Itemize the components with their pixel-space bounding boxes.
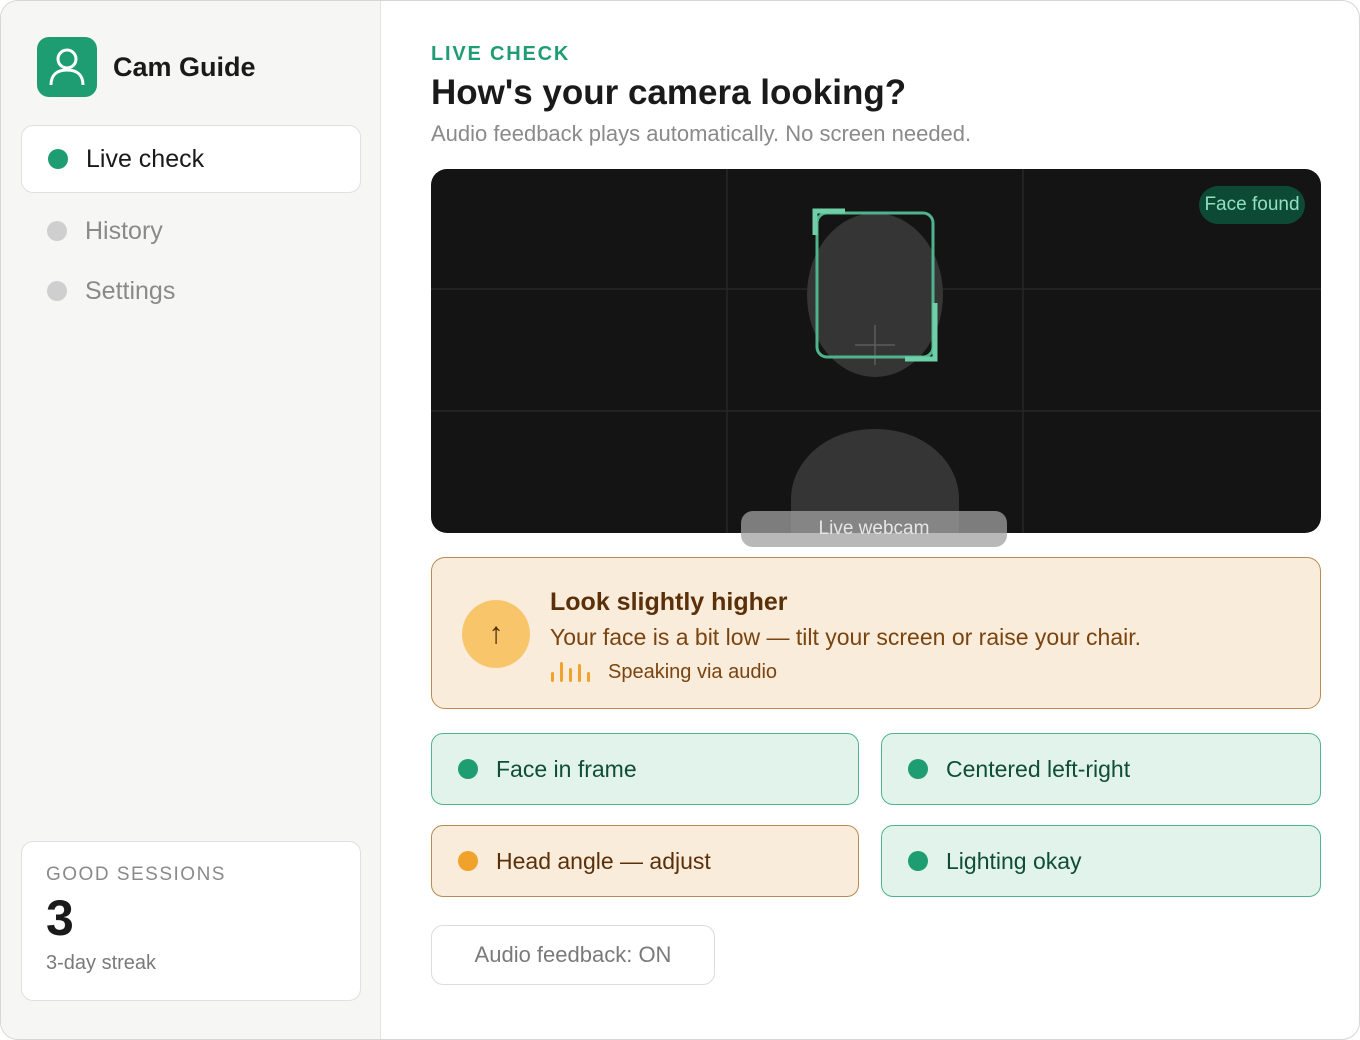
warning-dot-icon [458, 851, 478, 871]
stats-value: 3 [46, 890, 74, 946]
section-eyebrow: LIVE CHECK [431, 43, 571, 65]
check-face-in-frame: Face in frame [431, 733, 859, 805]
audio-status: Speaking via audio [550, 660, 777, 684]
status-dot-icon [908, 759, 928, 779]
guidance-alert: ↑ Look slightly higher Your face is a bi… [431, 557, 1321, 709]
alert-title: Look slightly higher [550, 588, 788, 616]
check-head-angle: Head angle — adjust [431, 825, 859, 897]
webcam-feed [431, 169, 1321, 533]
audio-status-text: Speaking via audio [608, 660, 778, 683]
sidebar-item-label: Settings [85, 276, 176, 305]
check-label: Lighting okay [946, 847, 1082, 874]
sidebar-nav: Live check History Settings [21, 125, 361, 317]
status-dot-icon [48, 149, 68, 169]
app-window: Cam Guide Live check History Settings GO… [0, 0, 1360, 1040]
sidebar-item-history[interactable]: History [21, 197, 361, 265]
sidebar: Cam Guide Live check History Settings GO… [1, 1, 381, 1039]
brand: Cam Guide [37, 37, 256, 97]
sidebar-item-settings[interactable]: Settings [21, 257, 361, 325]
stats-label: GOOD SESSIONS [46, 864, 226, 885]
check-centered: Centered left-right [881, 733, 1321, 805]
audio-waveform-icon [551, 662, 590, 682]
user-icon [37, 37, 97, 97]
sidebar-item-live-check[interactable]: Live check [21, 125, 361, 193]
webcam-caption: Live webcam [741, 511, 1007, 547]
page-title: How's your camera looking? [431, 73, 907, 112]
sidebar-item-label: Live check [86, 144, 205, 173]
good-sessions-card: GOOD SESSIONS 3 3-day streak [21, 841, 361, 1001]
check-label: Head angle — adjust [496, 847, 711, 874]
app-name: Cam Guide [113, 51, 256, 82]
status-dot-icon [458, 759, 478, 779]
alert-body: Your face is a bit low — tilt your scree… [550, 624, 1142, 650]
check-lighting: Lighting okay [881, 825, 1321, 897]
status-dot-icon [47, 281, 67, 301]
check-label: Face in frame [496, 755, 637, 782]
face-found-badge: Face found [1199, 186, 1305, 224]
arrow-up-icon: ↑ [462, 600, 530, 668]
status-dot-icon [908, 851, 928, 871]
streak-text: 3-day streak [46, 952, 157, 974]
webcam-preview: Face found [431, 169, 1321, 533]
page-subtitle: Audio feedback plays automatically. No s… [431, 121, 972, 146]
sidebar-item-label: History [85, 216, 163, 245]
status-dot-icon [47, 221, 67, 241]
audio-feedback-toggle[interactable]: Audio feedback: ON [431, 925, 715, 985]
check-label: Centered left-right [946, 755, 1131, 782]
